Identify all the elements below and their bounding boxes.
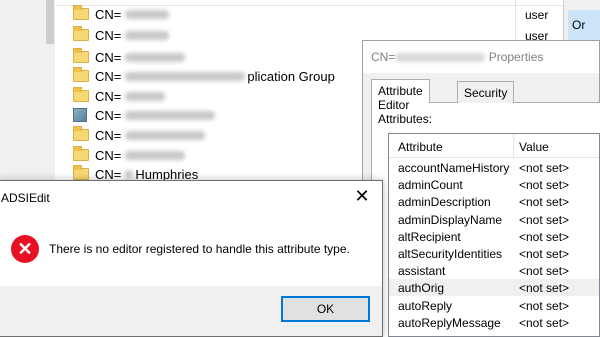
attribute-value: <not set> bbox=[519, 195, 570, 210]
attribute-row[interactable]: adminCount <not set> bbox=[389, 176, 599, 193]
attribute-value: <not set> bbox=[519, 264, 570, 279]
attribute-name: altSecurityIdentities bbox=[398, 247, 503, 261]
properties-title: CN= Properties bbox=[371, 50, 543, 64]
list-item-cn: CN= bbox=[95, 88, 122, 104]
attribute-name: adminCount bbox=[398, 178, 463, 193]
attribute-value: <not set> bbox=[519, 247, 570, 261]
attribute-value: <not set> bbox=[519, 229, 570, 244]
column-header-value[interactable]: Value bbox=[519, 140, 549, 154]
attribute-name: adminDisplayName bbox=[398, 212, 503, 227]
close-icon[interactable]: ✕ bbox=[350, 185, 374, 207]
group-icon bbox=[73, 108, 87, 122]
folder-icon bbox=[73, 126, 89, 141]
redacted-text bbox=[395, 53, 486, 63]
error-dialog: ADSIEdit ✕ ✕ There is no editor register… bbox=[0, 180, 383, 337]
tab-attribute-editor[interactable]: Attribute Editor bbox=[371, 79, 430, 112]
error-dialog-body: ✕ There is no editor registered to handl… bbox=[0, 219, 382, 287]
properties-title-prefix: CN= bbox=[371, 50, 396, 64]
folder-icon bbox=[73, 48, 89, 63]
redacted-text bbox=[125, 110, 216, 120]
list-item-cn: CN= bbox=[95, 107, 122, 123]
attribute-name: authOrig bbox=[398, 281, 445, 296]
attributes-table: Attribute Value accountNameHistory <not s… bbox=[388, 133, 600, 337]
error-message: There is no editor registered to handle … bbox=[49, 242, 350, 256]
redacted-text bbox=[125, 169, 134, 179]
folder-icon bbox=[73, 5, 89, 20]
properties-titlebar: CN= Properties bbox=[363, 41, 599, 73]
list-item-cn: CN= bbox=[95, 27, 122, 43]
attribute-name: autoReply bbox=[398, 298, 453, 313]
redacted-text bbox=[125, 150, 186, 160]
attribute-value: <not set> bbox=[519, 161, 570, 175]
list-item-cn: CN= bbox=[95, 49, 122, 65]
list-item-name-tail: plication Group bbox=[247, 68, 335, 84]
attribute-row[interactable]: altRecipient <not set> bbox=[389, 228, 599, 245]
redacted-text bbox=[125, 130, 206, 140]
attribute-row[interactable]: accountNameHistory <not set> bbox=[389, 159, 599, 176]
list-item-cn: CN= bbox=[95, 6, 122, 22]
folder-icon bbox=[73, 26, 89, 41]
error-dialog-title: ADSIEdit bbox=[1, 191, 50, 205]
right-pane: Or bbox=[563, 0, 600, 40]
attribute-value: <not set> bbox=[519, 212, 570, 227]
redacted-text bbox=[125, 9, 170, 19]
attributes-label: Attributes: bbox=[378, 112, 433, 126]
folder-icon bbox=[73, 67, 89, 82]
attribute-name: accountNameHistory bbox=[398, 161, 510, 175]
folder-icon bbox=[73, 146, 89, 161]
attribute-value: <not set> bbox=[519, 298, 570, 313]
properties-title-suffix: Properties bbox=[488, 50, 544, 64]
right-pane-selected-item[interactable]: Or bbox=[568, 10, 600, 40]
attribute-row[interactable]: autoReplyMessage <not set> bbox=[389, 314, 599, 331]
list-item-cn: CN= bbox=[95, 68, 122, 84]
tree-scrollbar[interactable] bbox=[46, 0, 54, 44]
folder-icon bbox=[73, 165, 89, 180]
redacted-text bbox=[125, 71, 246, 81]
attribute-value: <not set> bbox=[519, 315, 570, 330]
redacted-text bbox=[125, 30, 170, 40]
column-divider[interactable] bbox=[513, 134, 514, 158]
attribute-value: <not set> bbox=[519, 281, 570, 296]
attributes-table-header: Attribute Value bbox=[389, 134, 599, 158]
attribute-name: adminDescription bbox=[398, 195, 491, 210]
attribute-row[interactable]: altSecurityIdentities <not set> bbox=[389, 245, 599, 262]
column-header-attribute[interactable]: Attribute bbox=[398, 140, 443, 154]
attribute-value: <not set> bbox=[519, 178, 570, 193]
tree-pane bbox=[0, 0, 55, 185]
attribute-name: autoReplyMessage bbox=[398, 315, 501, 330]
redacted-text bbox=[125, 91, 166, 101]
attribute-row[interactable]: authOrig <not set> bbox=[389, 279, 599, 297]
redacted-text bbox=[125, 52, 186, 62]
list-item[interactable]: CN= bbox=[73, 4, 513, 24]
attribute-row[interactable]: adminDescription <not set> bbox=[389, 193, 599, 210]
attribute-row[interactable]: assistant <not set> bbox=[389, 262, 599, 279]
list-item-cn: CN= bbox=[95, 127, 122, 143]
attribute-row[interactable]: autoReply <not set> bbox=[389, 297, 599, 314]
folder-icon bbox=[73, 87, 89, 102]
error-icon: ✕ bbox=[11, 235, 39, 263]
list-item-class: user bbox=[525, 8, 549, 22]
list-item-cn: CN= bbox=[95, 147, 122, 163]
attribute-row[interactable]: adminDisplayName <not set> bbox=[389, 211, 599, 228]
error-dialog-footer: OK bbox=[0, 286, 382, 336]
attribute-name: altRecipient bbox=[398, 229, 461, 244]
ok-button[interactable]: OK bbox=[281, 296, 370, 322]
tab-security[interactable]: Security bbox=[457, 81, 515, 103]
attribute-name: assistant bbox=[398, 264, 446, 279]
